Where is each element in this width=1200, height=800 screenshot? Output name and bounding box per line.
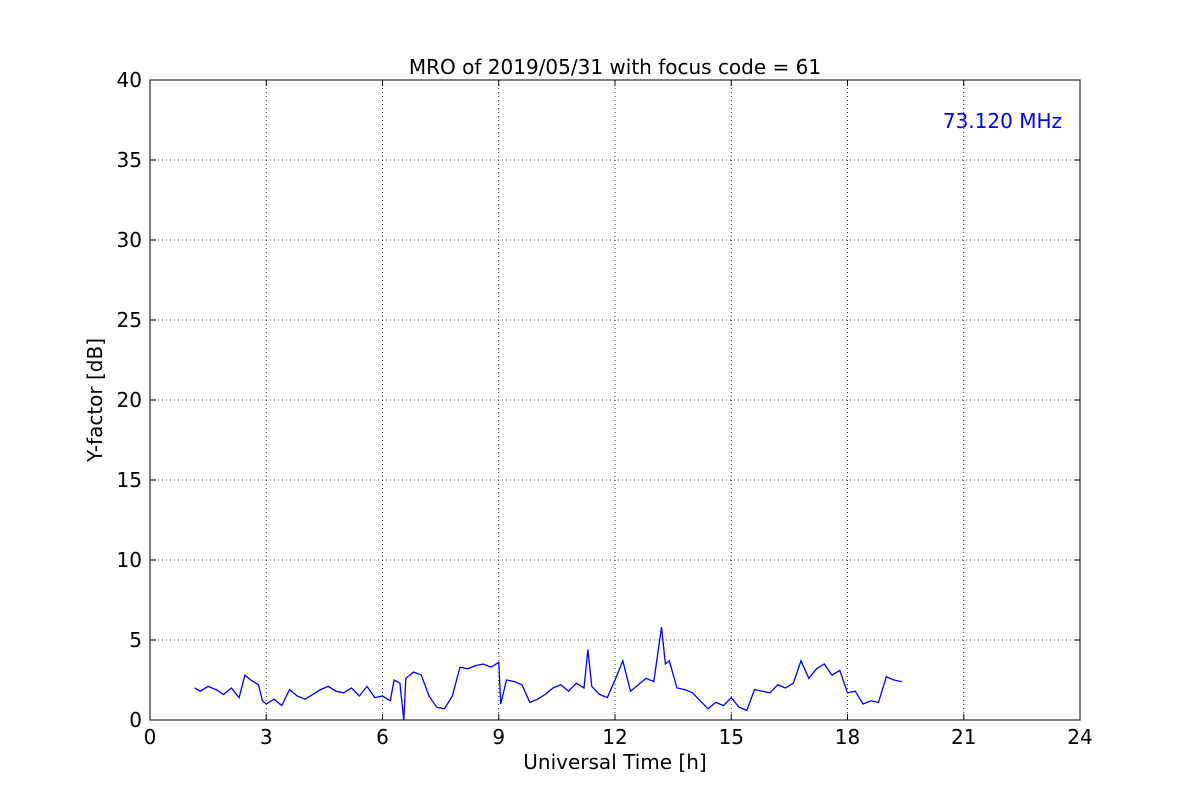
y-tick-label: 25 <box>117 308 142 332</box>
x-axis-label: Universal Time [h] <box>523 750 706 774</box>
x-tick-label: 6 <box>376 725 389 749</box>
chart-svg: 0 3 6 9 12 15 18 21 24 0 5 10 15 20 25 30 35 40 MRO of 2… <box>0 0 1200 800</box>
x-tick-label: 9 <box>492 725 505 749</box>
y-tick-label: 20 <box>117 388 142 412</box>
x-tick-label: 15 <box>719 725 744 749</box>
x-tick-label: 0 <box>144 725 157 749</box>
x-tick-label: 18 <box>835 725 860 749</box>
chart-title: MRO of 2019/05/31 with focus code = 61 <box>409 55 821 79</box>
y-tick-label: 40 <box>117 68 142 92</box>
y-tick-label: 10 <box>117 548 142 572</box>
y-tick-label: 35 <box>117 148 142 172</box>
frequency-annotation: 73.120 MHz <box>943 109 1062 133</box>
x-tick-label: 24 <box>1067 725 1092 749</box>
x-tick-label: 21 <box>951 725 976 749</box>
y-tick-label: 30 <box>117 228 142 252</box>
y-tick-label: 5 <box>129 628 142 652</box>
y-axis-label: Y-factor [dB] <box>83 338 107 463</box>
x-tick-label: 3 <box>260 725 273 749</box>
y-tick-label: 15 <box>117 468 142 492</box>
y-tick-label: 0 <box>129 708 142 732</box>
x-tick-label: 12 <box>602 725 627 749</box>
